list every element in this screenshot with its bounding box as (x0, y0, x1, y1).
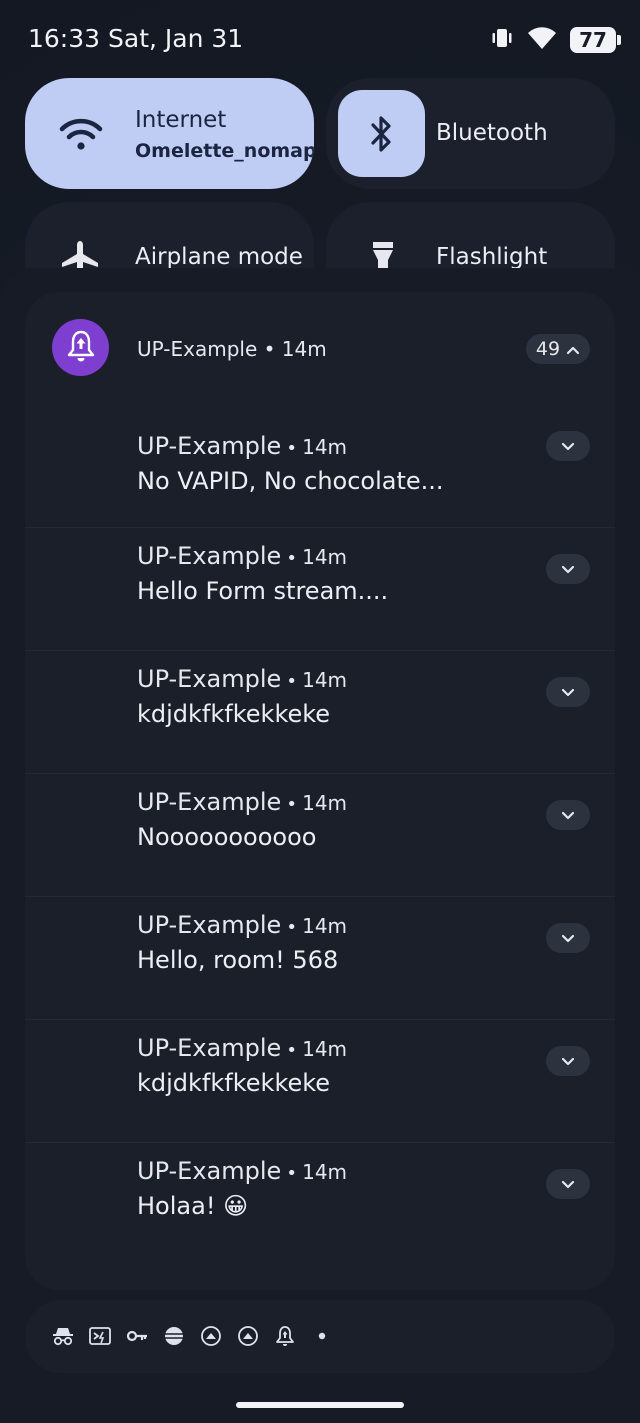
separator-dot: • (286, 1040, 298, 1061)
wifi-icon (526, 25, 558, 55)
chevron-down-icon (561, 806, 575, 825)
tile-internet[interactable]: Internet Omelette_nomap (25, 78, 314, 189)
notification-text: Holaa! 😀 (137, 1192, 249, 1220)
chevron-down-icon (561, 560, 575, 579)
expand-notification-button[interactable] (546, 677, 590, 707)
notification-item[interactable]: UP-Example • 14m Hello, room! 568 (25, 896, 615, 1020)
notification-app-name: UP-Example (137, 542, 282, 570)
notification-app-name: UP-Example (137, 665, 282, 693)
upload-circle-icon (199, 1324, 223, 1348)
group-header: UP-Example • 14m (137, 337, 327, 361)
tile-bluetooth[interactable]: Bluetooth (326, 78, 615, 189)
notification-header: UP-Example • 14m (137, 432, 347, 460)
notification-app-name: UP-Example (137, 1034, 282, 1062)
bell-icon (273, 1324, 297, 1348)
bell-icon (63, 328, 99, 368)
collapse-group-button[interactable]: 49 (526, 334, 590, 364)
separator-dot: • (286, 1163, 298, 1184)
vpn-icon (162, 1324, 186, 1348)
vibrate-icon (490, 26, 514, 54)
notification-time: 14m (302, 668, 348, 692)
expand-notification-button[interactable] (546, 1046, 590, 1076)
key-icon (125, 1324, 149, 1348)
notification-app-name: UP-Example (137, 432, 282, 460)
notification-text: kdjdkfkfkekkeke (137, 700, 331, 728)
app-icon (52, 319, 109, 376)
separator-dot: • (286, 548, 298, 569)
chevron-down-icon (561, 1052, 575, 1071)
status-icons-row (51, 1324, 334, 1348)
chevron-up-icon (566, 338, 580, 360)
notification-shade: 16:33 Sat, Jan 31 77 Internet Omelette_n… (0, 0, 640, 1423)
wifi-icon (59, 116, 103, 156)
notification-app-name: UP-Example (137, 788, 282, 816)
group-app-name: UP-Example (137, 337, 258, 361)
notification-time: 14m (302, 435, 348, 459)
notification-count: 49 (535, 338, 561, 360)
notification-time: 14m (302, 1160, 348, 1184)
tile-flashlight-label: Flashlight (436, 244, 548, 270)
home-indicator[interactable] (236, 1402, 404, 1408)
notification-group[interactable]: UP-Example • 14m 49 UP-Example • 14m No … (25, 292, 615, 1290)
status-icons-bar[interactable] (25, 1300, 615, 1373)
separator-dot: • (286, 917, 298, 938)
notification-header: UP-Example • 14m (137, 1034, 347, 1062)
notification-item[interactable]: UP-Example • 14m kdjdkfkfkekkeke (25, 1019, 615, 1143)
notification-header: UP-Example • 14m (137, 1157, 347, 1185)
chevron-down-icon (561, 929, 575, 948)
chevron-down-icon (561, 437, 575, 456)
notification-text: Hello Form stream.... (137, 577, 389, 605)
tile-internet-label: Internet (135, 107, 227, 133)
expand-notification-button[interactable] (546, 1169, 590, 1199)
incognito-icon (51, 1324, 75, 1348)
notification-item[interactable]: UP-Example • 14m No VAPID, No chocolate.… (25, 418, 615, 541)
notification-header: UP-Example • 14m (137, 665, 347, 693)
status-date: Sat, Jan 31 (108, 24, 244, 53)
terminal-icon (88, 1324, 112, 1348)
notification-header: UP-Example • 14m (137, 911, 347, 939)
notification-header: UP-Example • 14m (137, 542, 347, 570)
notification-text: Hello, room! 568 (137, 946, 339, 974)
notification-app-name: UP-Example (137, 1157, 282, 1185)
more-dot-icon (310, 1324, 334, 1348)
bluetooth-icon-box (338, 90, 425, 177)
separator-dot: • (286, 438, 298, 459)
notification-text: kdjdkfkfkekkeke (137, 1069, 331, 1097)
notification-item[interactable]: UP-Example • 14m Holaa! 😀 (25, 1142, 615, 1266)
tile-internet-subtitle: Omelette_nomap (135, 140, 314, 162)
notification-item[interactable]: UP-Example • 14m kdjdkfkfkekkeke (25, 650, 615, 774)
chevron-down-icon (561, 683, 575, 702)
expand-notification-button[interactable] (546, 431, 590, 461)
notification-text: No VAPID, No chocolate... (137, 467, 444, 495)
notification-text: Nooooooooooo (137, 823, 317, 851)
tile-airplane-label: Airplane mode (135, 244, 303, 270)
status-icons: 77 (490, 24, 621, 56)
notification-app-name: UP-Example (137, 911, 282, 939)
separator-dot: • (263, 337, 276, 361)
group-time: 14m (281, 337, 327, 361)
tile-bluetooth-label: Bluetooth (436, 120, 548, 146)
separator-dot: • (286, 794, 298, 815)
battery-icon: 77 (570, 27, 621, 53)
expand-notification-button[interactable] (546, 554, 590, 584)
bluetooth-icon (368, 115, 396, 157)
notification-time: 14m (302, 1037, 348, 1061)
status-time: 16:33 (28, 24, 101, 53)
notification-header: UP-Example • 14m (137, 788, 347, 816)
expand-notification-button[interactable] (546, 800, 590, 830)
notification-time: 14m (302, 914, 348, 938)
notification-item[interactable]: UP-Example • 14m Hello Form stream.... (25, 527, 615, 651)
battery-level: 77 (579, 28, 607, 52)
upload-circle-icon (236, 1324, 260, 1348)
notification-time: 14m (302, 545, 348, 569)
chevron-down-icon (561, 1175, 575, 1194)
notification-item[interactable]: UP-Example • 14m Nooooooooooo (25, 773, 615, 897)
status-bar: 16:33 Sat, Jan 31 77 (0, 0, 640, 78)
notification-time: 14m (302, 791, 348, 815)
expand-notification-button[interactable] (546, 923, 590, 953)
separator-dot: • (286, 671, 298, 692)
